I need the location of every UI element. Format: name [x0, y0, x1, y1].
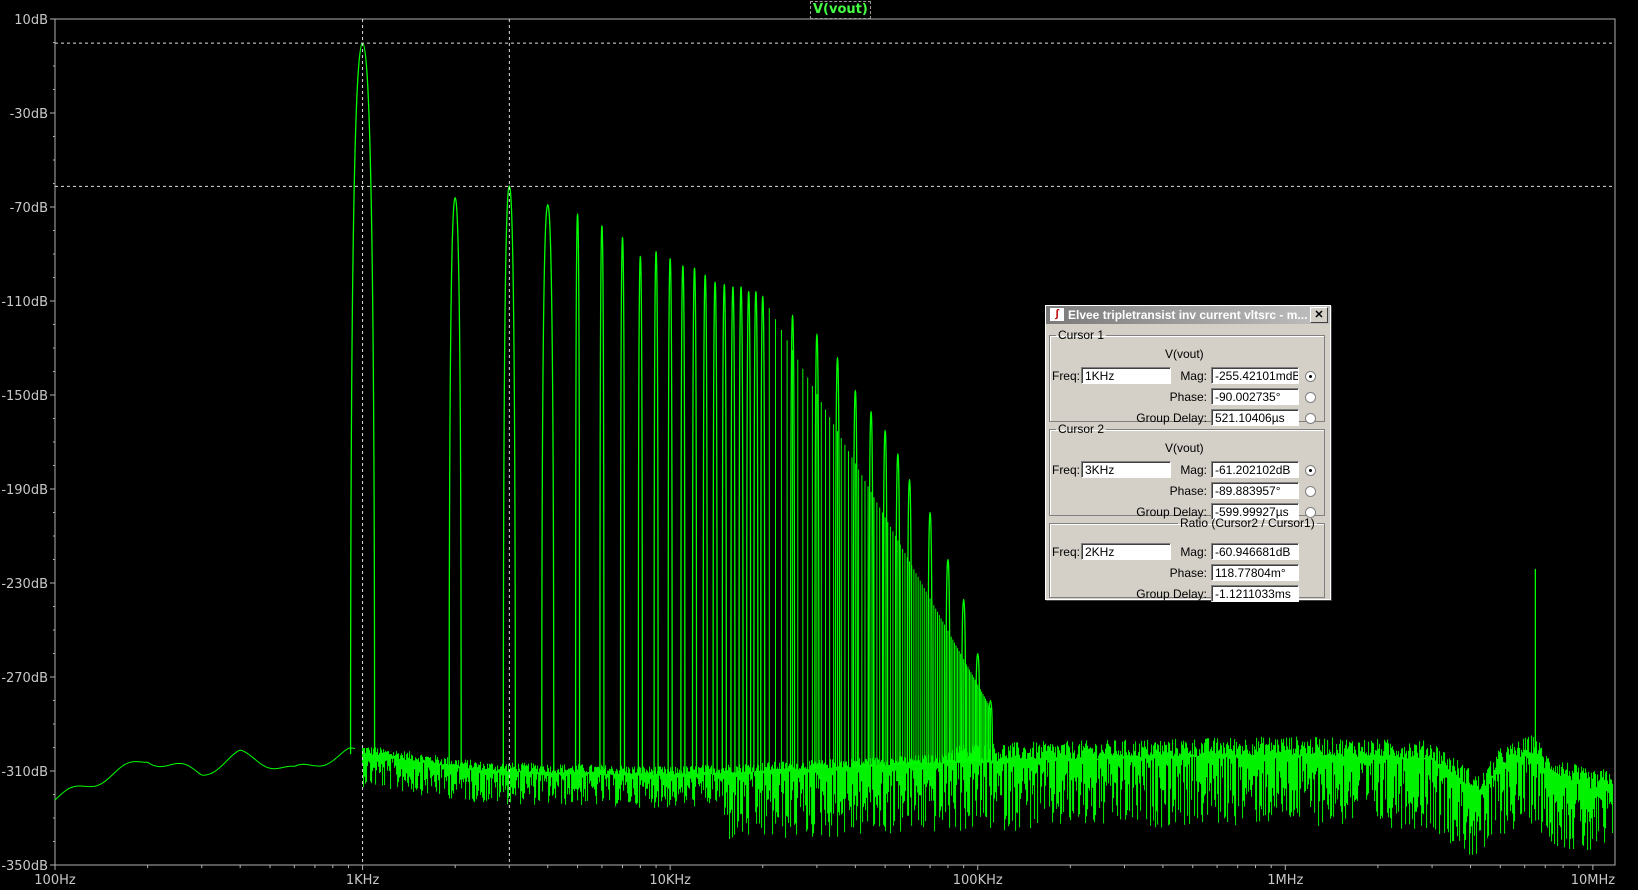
harmonic-peak [746, 290, 752, 773]
cursor2-legend: Cursor 2 [1058, 422, 1105, 436]
ratio-freq-field[interactable]: 2KHz [1081, 543, 1171, 560]
harmonic-peak [730, 286, 736, 773]
y-tick-label: -190dB [1, 483, 48, 498]
ltspice-logo-icon: ∫ [1050, 308, 1064, 321]
y-tick-label: -230dB [1, 577, 48, 592]
harmonic-peak [667, 258, 673, 776]
trace-label[interactable]: V(vout) [810, 1, 871, 19]
harmonic-peak [680, 265, 686, 776]
cursor1-freq-field[interactable]: 1KHz [1081, 367, 1171, 384]
harmonic-peak [574, 213, 581, 774]
cursor1-phase-radio[interactable] [1305, 392, 1316, 403]
harmonic-peak [721, 283, 727, 774]
y-tick-label: -70dB [10, 201, 48, 216]
y-tick-label: -270dB [1, 671, 48, 686]
cursor1-phase-label: Phase: [1169, 390, 1207, 404]
cursor2-phase-label: Phase: [1169, 484, 1207, 498]
harmonic-peak [691, 267, 698, 775]
x-tick-label: 1MHz [1267, 873, 1303, 888]
harmonic-peak [738, 286, 744, 773]
y-tick-label: -350dB [1, 859, 48, 874]
dialog-title: Elvee tripletransist inv current vltsrc … [1068, 308, 1308, 322]
y-tick-label: 10dB [14, 13, 48, 28]
cursor2-group: Cursor 2 V(vout) Freq: 3KHz Mag: -61.202… [1049, 422, 1325, 520]
cursor1-mag-radio[interactable] [1305, 371, 1316, 382]
cursor1-freq-label: Freq: [1051, 369, 1080, 383]
x-tick-label: 100KHz [953, 873, 1003, 888]
cursor2-freq-field[interactable]: 3KHz [1081, 461, 1171, 478]
y-tick-label: -150dB [1, 389, 48, 404]
dialog-titlebar[interactable]: ∫ Elvee tripletransist inv current vltsr… [1046, 306, 1330, 324]
x-tick-label: 10KHz [649, 873, 691, 888]
x-tick-label: 1KHz [346, 873, 380, 888]
harmonic-peak [448, 196, 462, 767]
cursor1-mag-label: Mag: [1180, 369, 1207, 383]
ratio-mag-label: Mag: [1180, 545, 1207, 559]
y-tick-label: -310dB [1, 765, 48, 780]
ratio-gd-field[interactable]: -1.1211033ms [1211, 585, 1299, 602]
close-icon[interactable]: ✕ [1310, 307, 1328, 323]
harmonic-peak [760, 295, 766, 772]
cursor1-legend: Cursor 1 [1058, 328, 1105, 342]
cursor1-group: Cursor 1 V(vout) Freq: 1KHz Mag: -255.42… [1049, 328, 1325, 426]
ratio-mag-field[interactable]: -60.946681dB [1211, 543, 1299, 560]
harmonic-peak [637, 255, 643, 775]
low-freq-floor [54, 747, 356, 801]
ratio-phase-label: Phase: [1169, 566, 1207, 580]
harmonic-peak [541, 203, 555, 773]
cursor2-signal: V(vout) [1165, 441, 1204, 455]
ratio-legend: Ratio (Cursor2 / Cursor1) [1180, 516, 1315, 530]
cursor2-mag-field[interactable]: -61.202102dB [1211, 461, 1299, 478]
cursor-dialog: ∫ Elvee tripletransist inv current vltsr… [1045, 305, 1331, 602]
y-tick-label: -110dB [1, 295, 48, 310]
harmonic-peak [599, 225, 605, 774]
harmonic-peak [619, 236, 626, 775]
harmonic-peak [702, 274, 708, 775]
cursor2-freq-label: Freq: [1051, 463, 1080, 477]
harmonic-peak [753, 290, 759, 772]
cursor2-mag-label: Mag: [1180, 463, 1207, 477]
ratio-phase-field[interactable]: 118.77804m° [1211, 564, 1299, 581]
cursor2-mag-radio[interactable] [1305, 465, 1316, 476]
ratio-group: Ratio (Cursor2 / Cursor1) Freq: 2KHz Mag… [1049, 516, 1325, 602]
harmonic-peak [712, 281, 718, 774]
x-tick-label: 10MHz [1571, 873, 1616, 888]
cursor1-phase-field[interactable]: -90.002735° [1211, 388, 1299, 405]
harmonic-peak [653, 250, 659, 776]
plot-area[interactable]: 10dB -30dB -70dB -110dB -150dB -190dB -230dB -2… [0, 0, 1638, 890]
ratio-gd-label: Group Delay: [1136, 587, 1207, 601]
y-tick-label: -30dB [10, 107, 48, 122]
cursor1-mag-field[interactable]: -255.42101mdB [1211, 367, 1299, 384]
ratio-freq-label: Freq: [1051, 545, 1080, 559]
cursor1-signal: V(vout) [1165, 347, 1204, 361]
x-tick-label: 100Hz [34, 873, 76, 888]
trace-vout [54, 42, 1614, 855]
cursor2-phase-field[interactable]: -89.883957° [1211, 482, 1299, 499]
cursor2-phase-radio[interactable] [1305, 486, 1316, 497]
